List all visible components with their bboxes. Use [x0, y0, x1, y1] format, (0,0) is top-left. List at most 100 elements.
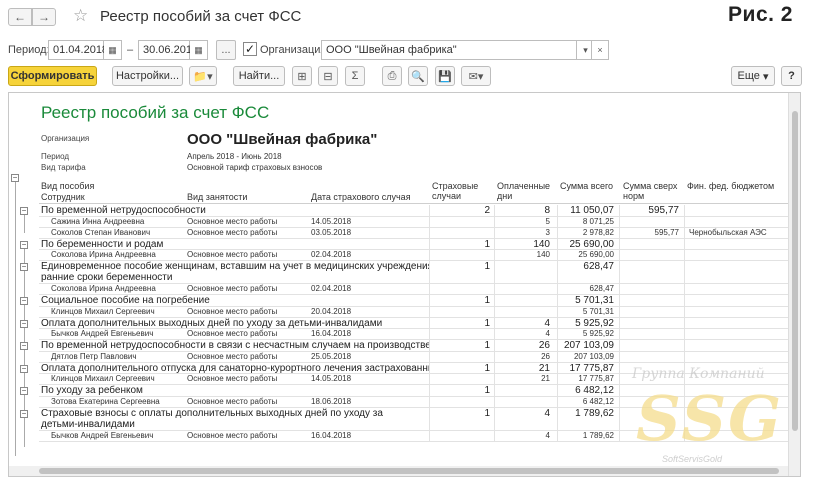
table-row-employee[interactable]: Соколов Степан Иванович Основное место ра…	[39, 227, 788, 239]
table-row-employee[interactable]: Дятлов Петр Павлович Основное место работ…	[39, 351, 788, 363]
find-button[interactable]: Найти...	[233, 66, 285, 86]
column-divider	[557, 250, 558, 260]
cell-case-date: 03.05.2018	[311, 227, 352, 237]
column-divider	[619, 250, 620, 260]
date-to-input[interactable]: 30.06.2018	[138, 40, 198, 60]
table-row-employee[interactable]: Бычков Андрей Евгеньевич Основное место р…	[39, 329, 788, 340]
report-period-label: Период	[41, 152, 70, 161]
collapse-groups-button[interactable]: ⊟	[318, 66, 338, 86]
calendar-icon: ▦	[194, 44, 203, 55]
group-collapse-toggle[interactable]: −	[20, 240, 28, 249]
report-tariff-label: Вид тарифа	[41, 163, 86, 172]
cell-benefit-type: По временной нетрудоспособности	[41, 205, 206, 216]
column-divider	[619, 329, 620, 339]
column-divider	[557, 317, 558, 328]
back-button[interactable]: ←	[8, 8, 32, 26]
table-row-employee[interactable]: Сажина Инна Андреевна Основное место рабо…	[39, 216, 788, 228]
collapse-all-toggle[interactable]: −	[11, 174, 19, 182]
table-row-group[interactable]: По временной нетрудоспособности в связи …	[39, 340, 788, 352]
date-to-calendar-button[interactable]: ▦	[190, 40, 208, 60]
tree-line	[15, 182, 16, 456]
table-row-employee[interactable]: Соколова Ирина Андреевна Основное место р…	[39, 250, 788, 261]
table-row-employee[interactable]: Бычков Андрей Евгеньевич Основное место р…	[39, 430, 788, 442]
preview-button[interactable]: 🔍	[408, 66, 428, 86]
settings-button[interactable]: Настройки...	[112, 66, 183, 86]
send-email-button[interactable]: ✉▾	[461, 66, 491, 86]
more-button[interactable]: Еще ▾	[731, 66, 775, 86]
vertical-scroll-thumb[interactable]	[792, 111, 798, 431]
table-row-group[interactable]: Оплата дополнительных выходных дней по у…	[39, 317, 788, 329]
group-collapse-toggle[interactable]: −	[20, 263, 28, 271]
table-row-group[interactable]: Единовременное пособие женщинам, вставши…	[39, 261, 788, 284]
report-spreadsheet[interactable]: Реестр пособий за счет ФСС Организация О…	[8, 92, 801, 477]
table-row-group[interactable]: Оплата дополнительного отпуска для санат…	[39, 362, 788, 374]
column-divider	[494, 227, 495, 238]
table-row-group[interactable]: По беременности и родам 1 140 25 690,00	[39, 238, 788, 250]
table-row-employee[interactable]: Зотова Екатерина Сергеевна Основное место…	[39, 396, 788, 408]
group-collapse-toggle[interactable]: −	[20, 319, 28, 328]
group-collapse-toggle[interactable]: −	[20, 387, 28, 395]
table-row-group[interactable]: Страховые взносы с оплаты дополнительных…	[39, 407, 788, 431]
horizontal-scrollbar[interactable]	[9, 466, 788, 476]
group-collapse-toggle[interactable]: −	[20, 409, 28, 418]
table-row-employee[interactable]: Клинцов Михаил Сергеевич Основное место р…	[39, 306, 788, 318]
table-row-employee[interactable]: Клинцов Михаил Сергеевич Основное место р…	[39, 374, 788, 385]
folder-settings-icon: 📁▾	[193, 70, 213, 83]
date-from-input[interactable]: 01.04.2018	[48, 40, 108, 60]
favorite-star-icon[interactable]: ☆	[73, 6, 88, 26]
cell-paid-days: 26	[541, 351, 550, 361]
column-divider	[429, 407, 430, 430]
group-collapse-toggle[interactable]: −	[20, 297, 28, 305]
horizontal-scroll-thumb[interactable]	[39, 468, 779, 474]
cell-total: 6 482,12	[575, 385, 614, 396]
expand-groups-button[interactable]: ⊞	[292, 66, 312, 86]
column-divider	[684, 385, 685, 396]
variant-button[interactable]: 📁▾	[189, 66, 217, 86]
cell-total: 8 071,25	[582, 216, 614, 226]
cell-paid-days: 3	[545, 227, 550, 237]
table-row-group[interactable]: По уходу за ребенком 1 6 482,12	[39, 385, 788, 397]
cell-total: 1 789,62	[575, 407, 614, 419]
sum-button[interactable]: Σ	[345, 66, 365, 86]
cell-employee: Сажина Инна Андреевна	[51, 216, 145, 226]
cell-case-date: 20.04.2018	[311, 306, 352, 316]
table-row-employee[interactable]: Соколова Ирина Андреевна Основное место р…	[39, 284, 788, 295]
column-divider	[557, 329, 558, 339]
organization-checkbox[interactable]: ✓	[243, 42, 257, 56]
cell-cases: 1	[484, 407, 490, 419]
cell-paid-days: 4	[545, 430, 550, 440]
table-row-group[interactable]: Социальное пособие на погребение 1 5 701,3…	[39, 295, 788, 307]
report-period-value: Апрель 2018 - Июнь 2018	[187, 152, 282, 161]
column-divider	[429, 205, 430, 216]
date-from-calendar-button[interactable]: ▦	[104, 40, 122, 60]
cell-employment: Основное место работы	[187, 430, 278, 440]
column-divider	[557, 227, 558, 238]
organization-clear-button[interactable]: ×	[591, 40, 609, 60]
generate-button[interactable]: Сформировать	[8, 66, 97, 86]
cell-paid-days: 5	[545, 216, 550, 226]
column-divider	[619, 306, 620, 317]
period-select-button[interactable]: ...	[216, 40, 236, 60]
organization-input[interactable]: ООО "Швейная фабрика"	[321, 40, 577, 60]
column-divider	[429, 329, 430, 339]
cell-benefit-type: Оплата дополнительного отпуска для санат…	[41, 362, 429, 374]
period-label: Период:	[8, 44, 50, 56]
group-collapse-toggle[interactable]: −	[20, 342, 28, 350]
column-divider	[494, 329, 495, 339]
envelope-icon: ✉▾	[468, 70, 484, 83]
cell-employee: Бычков Андрей Евгеньевич	[51, 329, 154, 338]
print-button[interactable]: ⎙	[382, 66, 402, 86]
forward-button[interactable]: →	[32, 8, 56, 26]
help-button[interactable]: ?	[781, 66, 802, 86]
group-collapse-toggle[interactable]: −	[20, 207, 28, 215]
cell-paid-days: 140	[533, 238, 550, 250]
col-fed-budget: Фин. фед. бюджетом	[687, 181, 775, 191]
column-divider	[494, 340, 495, 351]
table-row-group[interactable]: По временной нетрудоспособности 2 8 11 050,…	[39, 205, 788, 217]
cell-benefit-type-cont: детьми-инвалидами	[41, 418, 135, 430]
vertical-scrollbar[interactable]	[788, 93, 800, 476]
save-button[interactable]: 💾	[435, 66, 455, 86]
cell-employment: Основное место работы	[187, 329, 278, 338]
group-collapse-toggle[interactable]: −	[20, 364, 28, 373]
col-benefit-type: Вид пособия	[41, 181, 95, 191]
